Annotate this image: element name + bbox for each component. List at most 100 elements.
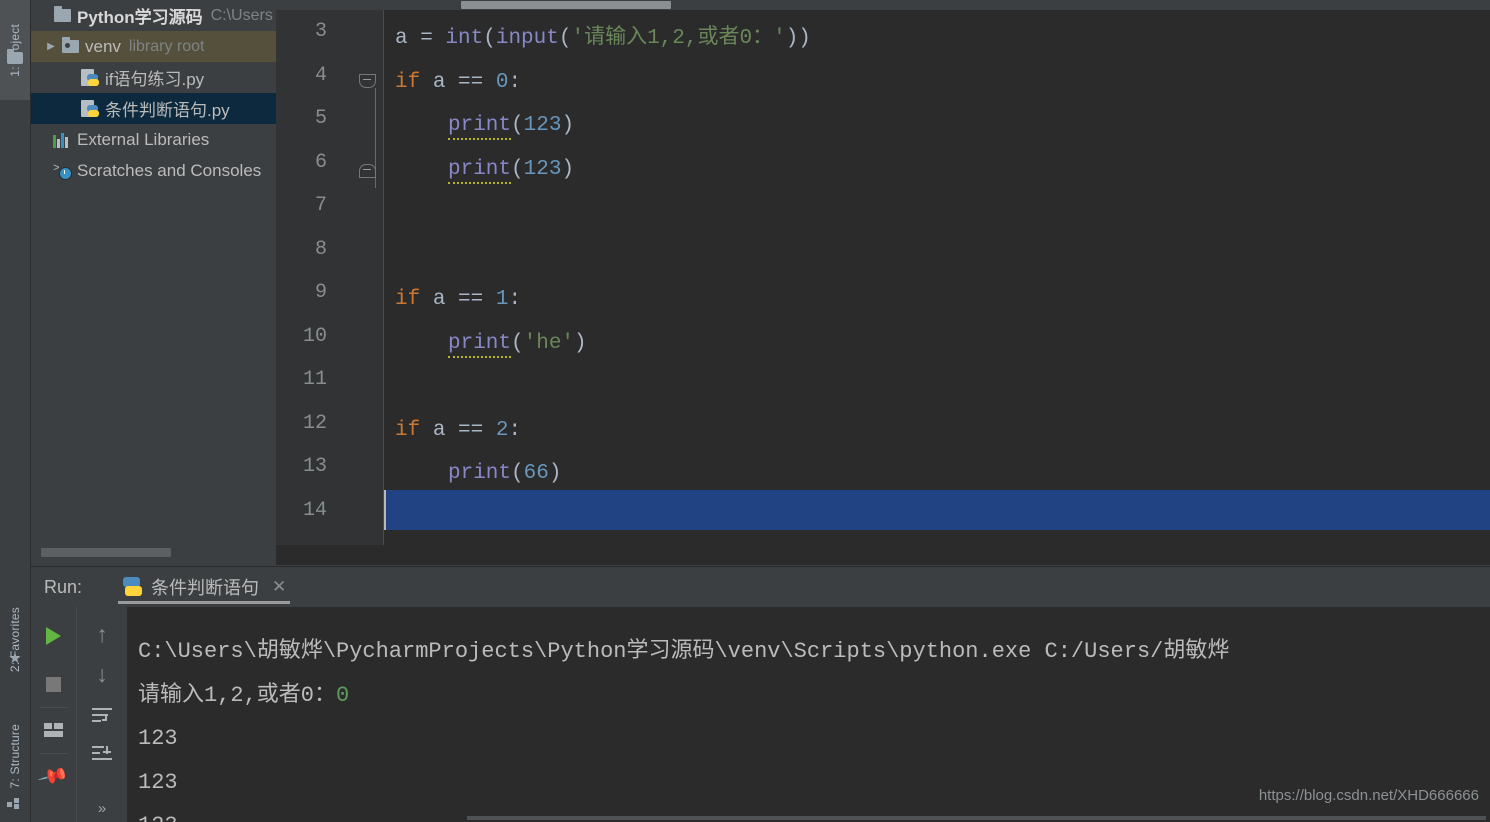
console-text: 请输入1,2,或者0： [138,682,337,708]
soft-wrap-button[interactable] [77,697,127,735]
tree-row[interactable]: Python学习源码 C:\Users [31,0,276,31]
code-token: 123 [523,157,562,181]
code-token: '请输入1,2,或者0：' [571,27,786,50]
tree-row-label: 条件判断语句.py [105,101,230,120]
code-token: : [508,70,522,94]
scroll-to-end-icon [92,745,112,763]
console-horizontal-scrollbar[interactable] [467,816,1486,820]
code-token: input [495,27,559,50]
tree-row[interactable]: 条件判断语句.py [31,93,276,124]
more-button[interactable]: » [77,789,127,822]
libraries-icon [51,132,73,148]
code-token: 123 [523,114,562,137]
console-text: 123 [138,726,178,751]
stop-button[interactable] [31,665,76,703]
line-number: 14 [302,498,327,522]
tree-row-label: Scratches and Consoles [77,160,262,180]
line-number: 6 [314,150,327,174]
folder-venv-icon [59,37,81,53]
line-number: 7 [314,194,327,217]
run-configuration-tab[interactable]: 条件判断语句 ✕ [118,567,291,607]
line-number: 12 [302,411,327,435]
fold-marker-close[interactable] [359,162,376,178]
console-line: 123 [138,728,178,750]
code-token: ( [511,114,524,137]
code-token: 'he' [523,331,575,355]
scrollbar-thumb[interactable] [461,1,671,9]
code-line[interactable]: print('he') [448,331,587,358]
tree-row[interactable]: ▶ venv library root [31,31,276,62]
code-text-area[interactable]: a = int(input('请输入1,2,或者0：')) if a == 0: p… [384,10,1490,545]
pycharm-window: 1: Project 2: Favorites ★ 7: Structure P… [0,0,1490,822]
pin-icon: 📌 [36,760,70,793]
tree-row-sublabel: library root [128,37,205,55]
code-editor[interactable]: 3 4 5 6 7 8 9 10 11 12 13 14 a = int(input('请输入1,2,… [276,0,1490,565]
code-line[interactable]: if a == 0: [395,72,521,93]
play-icon [46,627,61,645]
code-token: ( [511,462,524,485]
scroll-to-end-button[interactable] [77,735,127,773]
editor-gutter[interactable]: 3 4 5 6 7 8 9 10 11 12 13 14 [276,10,384,545]
code-token: 66 [523,462,549,485]
python-file-icon [79,99,101,118]
layout-icon [44,722,63,738]
arrow-up-icon: ↑ [96,620,108,647]
rail-tab-structure-label: 7: Structure [8,723,22,789]
run-tab-label: 条件判断语句 [151,578,260,598]
tree-row-label: External Libraries [77,129,210,149]
down-button[interactable]: ↓ [77,655,127,693]
run-toolbar-right: ↑ ↓ » [76,607,127,822]
console-text: 123 [138,769,178,795]
code-token: : [508,288,522,311]
chevron-double-down-icon: » [97,799,107,817]
line-number: 10 [302,324,327,348]
code-token: 0 [495,70,509,94]
code-line[interactable]: if a == 2: [395,420,521,441]
line-number: 3 [314,20,327,43]
run-button[interactable] [31,617,76,655]
close-icon[interactable]: ✕ [272,577,286,597]
code-token: ( [511,331,524,355]
chevron-right-icon[interactable]: ▶ [43,41,59,52]
rail-tab-structure[interactable]: 7: Structure [0,700,30,812]
fold-marker-open[interactable] [359,72,376,88]
code-token: print [448,157,512,184]
code-token: if [395,288,421,311]
code-token: if [395,70,421,94]
project-tree-horizontal-scrollbar[interactable] [41,548,171,557]
code-token: a == [420,288,496,311]
code-token: 1 [495,288,509,311]
tree-row[interactable]: External Libraries [31,124,276,155]
tree-row[interactable]: >_Scratches and Consoles [31,155,276,186]
run-label: Run: [44,576,83,597]
code-token: ) [574,331,587,355]
code-line[interactable]: print(66) [448,463,561,484]
console-output[interactable]: C:\Users\胡敏烨\PycharmProjects\Python学习源码\… [127,607,1490,822]
up-button[interactable]: ↑ [77,615,127,653]
project-folder-icon [7,49,23,68]
rail-tab-favorites[interactable]: 2: Favorites [0,585,30,695]
project-tree-panel[interactable]: Python学习源码 C:\Users ▶ venv library root if语句练… [31,0,276,565]
tree-row-label: venv [85,36,121,56]
code-line[interactable]: print(123) [448,114,575,140]
rail-tab-project[interactable]: 1: Project [0,0,30,100]
line-number: 11 [302,368,327,391]
run-tool-window: Run: 条件判断语句 ✕ 📌 ↑ ↓ » C:\Users\胡敏烨\Pycha… [31,566,1490,822]
toolbar-divider [40,707,68,708]
structure-icon [7,798,23,814]
pin-button[interactable]: 📌 [31,757,76,795]
console-user-input: 0 [336,682,350,708]
code-token: ) [561,114,575,137]
code-token: ) [561,157,575,181]
code-token: ) [548,462,562,485]
toolbar-divider-2 [40,753,68,754]
code-line[interactable]: a = int(input('请输入1,2,或者0：')) [395,28,811,49]
code-line[interactable]: if a == 1: [395,289,521,310]
tree-row-label: Python学习源码 [77,8,203,27]
python-file-icon [122,577,143,597]
layout-button[interactable] [31,711,76,749]
tree-row[interactable]: if语句练习.py [31,62,276,93]
tree-row-label: if语句练习.py [105,70,205,89]
code-line[interactable]: print(123) [448,157,575,184]
editor-horizontal-scrollbar[interactable] [276,0,1490,10]
